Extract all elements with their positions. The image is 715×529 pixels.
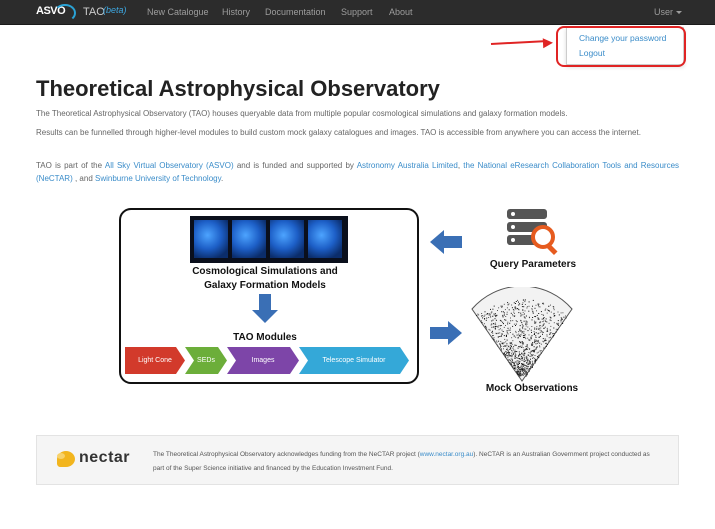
left-arrow-head-icon [430, 230, 444, 254]
mock-observation-lightcone-image [471, 287, 573, 382]
mock-observations-label: Mock Observations [485, 383, 579, 394]
simulation-cube-image [232, 220, 266, 258]
footer-text: The Theoretical Astrophysical Observator… [153, 451, 650, 472]
modules-paragraph: Results can be funnelled through higher-… [36, 128, 641, 137]
annotation-arrow-icon [542, 37, 554, 49]
magnifier-handle-icon [545, 242, 558, 256]
right-arrow-head-icon [448, 321, 462, 345]
top-navbar: ASVO TAO (beta) New Catalogue History Do… [0, 0, 715, 25]
simulation-cube-image [270, 220, 304, 258]
brand-tao[interactable]: TAO [83, 6, 105, 18]
nav-support[interactable]: Support [341, 7, 373, 17]
swinburne-link[interactable]: Swinburne University of Technology [95, 174, 221, 183]
swoosh-icon [54, 4, 76, 22]
footer-acknowledgement: nectar The Theoretical Astrophysical Obs… [36, 435, 679, 485]
funding-paragraph: TAO is part of the All Sky Virtual Obser… [36, 161, 680, 183]
annotation-arrow-line [490, 40, 546, 45]
right-arrow-icon [430, 327, 448, 339]
nav-history[interactable]: History [222, 7, 250, 17]
nav-documentation[interactable]: Documentation [265, 7, 326, 17]
module-light-cone: Light Cone [125, 347, 185, 374]
sim-label-line2: Galaxy Formation Models [204, 280, 326, 291]
intro-paragraph: The Theoretical Astrophysical Observator… [36, 109, 568, 118]
left-arrow-icon [444, 236, 462, 248]
nectar-logo-text: nectar [79, 449, 131, 466]
nav-new-catalogue[interactable]: New Catalogue [147, 7, 209, 17]
aal-link[interactable]: Astronomy Australia Limited [357, 161, 458, 170]
tao-modules-label: TAO Modules [233, 332, 297, 343]
simulation-cube-image [308, 220, 342, 258]
user-label: User [654, 7, 674, 17]
beta-badge: (beta) [103, 5, 127, 15]
asvo-logo[interactable]: ASVO [36, 4, 78, 22]
simulation-images [190, 216, 348, 263]
nectar-logo[interactable]: nectar [51, 447, 143, 471]
page-title: Theoretical Astrophysical Observatory [36, 76, 440, 101]
simulation-cube-image [194, 220, 228, 258]
query-parameters-label: Query Parameters [489, 259, 577, 270]
user-menu-toggle[interactable]: User [654, 7, 683, 17]
nectar-website-link[interactable]: www.nectar.org.au [420, 451, 473, 458]
down-arrow-icon [259, 294, 271, 310]
caret-down-icon [676, 11, 683, 15]
sim-label-line1: Cosmological Simulations and [192, 266, 338, 277]
nav-about[interactable]: About [389, 7, 413, 17]
asvo-link[interactable]: All Sky Virtual Observatory (ASVO) [105, 161, 234, 170]
bee-icon [57, 451, 75, 467]
module-telescope-simulator: Telescope Simulator [299, 347, 409, 374]
down-arrow-head-icon [252, 310, 278, 323]
module-images: Images [227, 347, 299, 374]
annotation-highlight-box [556, 26, 686, 67]
